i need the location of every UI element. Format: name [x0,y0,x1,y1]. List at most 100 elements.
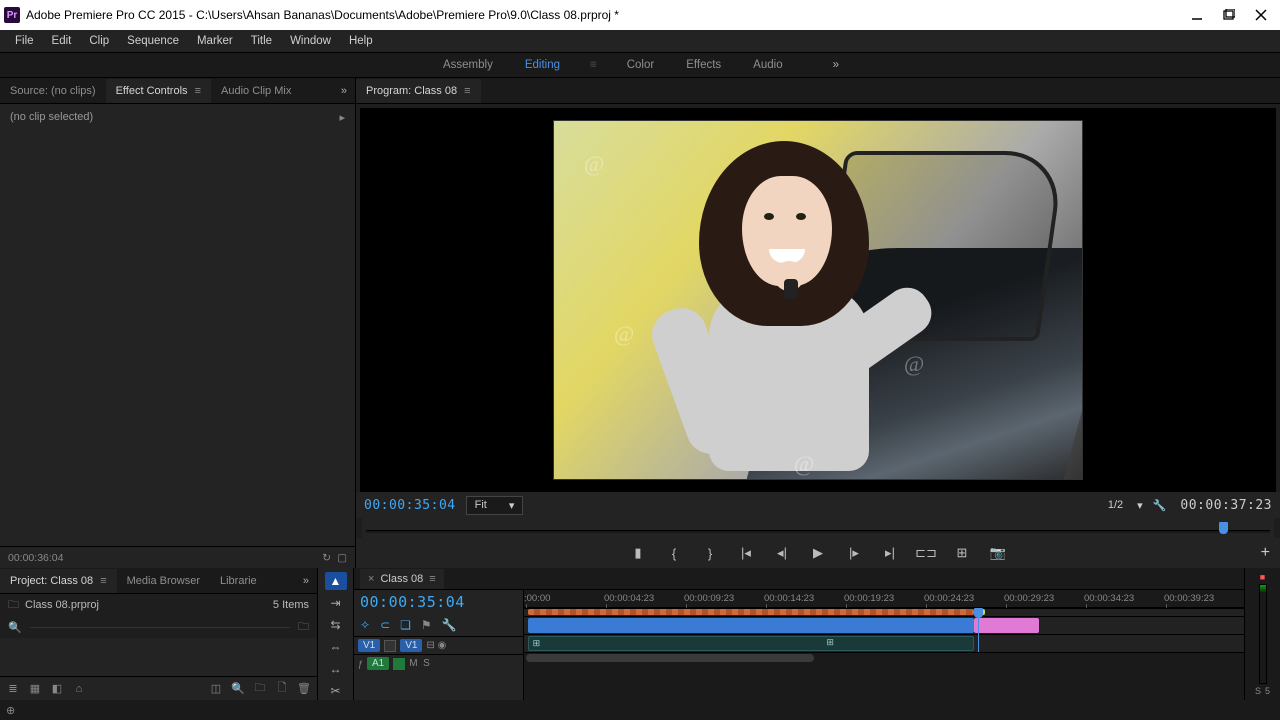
ruler-tick: 00:00:09:23 [684,593,734,604]
rolling-edit-tool-icon[interactable]: ⇔ [325,638,347,656]
tab-overflow-icon[interactable]: » [303,575,317,587]
ruler-tick: 00:00:34:23 [1084,593,1134,604]
audio-clip[interactable]: ⊞ [528,636,974,651]
loop-icon[interactable]: ↻ [322,552,331,564]
go-to-in-icon[interactable]: |◂ [738,545,754,561]
status-icon[interactable]: ⊕ [6,704,15,717]
program-in-timecode[interactable]: 00:00:35:04 [364,498,456,513]
rate-stretch-tool-icon[interactable]: ↔ [325,660,347,678]
timeline-timecode[interactable]: 00:00:35:04 [360,593,465,611]
step-back-icon[interactable]: ◂| [774,545,790,561]
step-forward-icon[interactable]: |▸ [846,545,862,561]
list-view-icon[interactable]: ≣ [6,682,20,696]
sort-icon[interactable]: ⌂ [72,682,86,696]
timeline-tab[interactable]: × Class 08 ≡ [360,569,444,589]
mark-out-button[interactable]: } [702,545,718,561]
freeform-view-icon[interactable]: ◧ [50,682,64,696]
menu-file[interactable]: File [6,32,43,50]
razor-tool-icon[interactable]: ✂ [325,682,347,700]
settings-icon[interactable]: 🔧 [1153,499,1167,512]
video-clip[interactable] [528,618,974,633]
tab-audio-clip-mix[interactable]: Audio Clip Mix [211,79,301,103]
transport-controls: ▮ { } |◂ ◂| ▶ |▸ ▸| ⊏⊐ ⊞ 📷 + [356,538,1280,568]
menu-marker[interactable]: Marker [188,32,242,50]
export-frame-icon[interactable]: 📷 [990,545,1006,561]
workspace-overflow-icon[interactable]: » [813,59,839,71]
track-select-tool-icon[interactable]: ⇥ [325,594,347,612]
selection-tool-icon[interactable]: ▲ [325,572,347,590]
close-button[interactable] [1254,8,1268,22]
track-toggle-icon[interactable] [393,658,405,670]
maximize-button[interactable] [1222,8,1236,22]
search-icon[interactable]: 🔍 [8,621,22,634]
icon-view-icon[interactable]: ▦ [28,682,42,696]
extract-icon[interactable]: ⊞ [954,545,970,561]
workspace-editing[interactable]: Editing [523,55,562,75]
clear-icon[interactable]: 🗑 [297,682,311,696]
timeline-scrollbar[interactable] [524,652,1244,662]
track-lane-v1[interactable] [524,616,1244,634]
panel-menu-icon[interactable]: ≡ [100,575,106,587]
workspace-bar: Assembly Editing ≡ Color Effects Audio » [0,52,1280,78]
folder-icon[interactable]: 🗀 [298,618,309,637]
menu-sequence[interactable]: Sequence [118,32,188,50]
new-bin-icon[interactable]: 🗀 [253,682,267,696]
program-tab[interactable]: Program: Class 08 ≡ [356,79,481,103]
add-button-icon[interactable]: + [1261,544,1270,562]
mark-in-icon[interactable]: ▮ [630,545,646,561]
automate-icon[interactable]: ◫ [209,682,223,696]
menu-title[interactable]: Title [242,32,281,50]
playhead-icon[interactable] [1219,522,1228,534]
mark-in-button[interactable]: { [666,545,682,561]
timeline-ruler[interactable]: :00:0000:00:04:2300:00:09:2300:00:14:230… [524,590,1244,608]
program-monitor[interactable]: @ @ @ @ [360,108,1276,492]
track-lane-a1[interactable]: ⊞ ⊞ [524,634,1244,652]
menu-clip[interactable]: Clip [80,32,118,50]
lift-icon[interactable]: ⊏⊐ [918,545,934,561]
workspace-audio[interactable]: Audio [751,55,784,75]
panel-menu-icon[interactable]: ≡ [429,573,435,585]
workspace-menu-icon[interactable]: ≡ [590,59,597,71]
tab-project-class-08[interactable]: Project: Class 08 ≡ [0,569,117,593]
close-tab-icon[interactable]: × [368,573,374,585]
menu-help[interactable]: Help [340,32,382,50]
timeline-playhead[interactable] [978,608,979,652]
snap-icon[interactable]: ✧ [360,618,370,632]
track-header-a1[interactable]: ƒ A1 M S [354,654,523,672]
project-items-area[interactable] [0,638,317,676]
panel-menu-icon[interactable]: ≡ [195,85,201,97]
tab-overflow-icon[interactable]: » [341,85,355,97]
tab-media-browser[interactable]: Media Browser [117,569,210,593]
ripple-edit-tool-icon[interactable]: ⇆ [325,616,347,634]
menu-window[interactable]: Window [281,32,340,50]
linked-selection-icon[interactable]: ⊂ [380,618,390,632]
search-input[interactable] [30,627,290,628]
video-clip[interactable] [974,618,1039,633]
go-to-out-icon[interactable]: ▸| [882,545,898,561]
tab-source-no-clips-[interactable]: Source: (no clips) [0,79,106,103]
panel-menu-icon[interactable]: ≡ [464,85,470,97]
track-toggle-icon[interactable] [384,640,396,652]
menu-edit[interactable]: Edit [43,32,81,50]
resolution-dropdown[interactable]: 1/2▾ [1108,499,1143,512]
source-timecode: 00:00:36:04 [8,552,63,564]
zoom-fit-dropdown[interactable]: Fit▾ [466,496,524,515]
workspace-color[interactable]: Color [625,55,656,75]
program-scrub-bar[interactable] [362,518,1274,538]
track-header-v1[interactable]: V1 V1 ⊟ ◉ [354,636,523,654]
minimize-button[interactable] [1190,8,1204,22]
tab-librarie[interactable]: Librarie [210,569,267,593]
workspace-effects[interactable]: Effects [684,55,723,75]
timeline-settings-icon[interactable]: ⚑ [421,618,432,632]
wrench-icon[interactable]: 🔧 [442,618,457,632]
new-item-icon[interactable]: 🗋 [275,682,289,696]
play-button[interactable]: ▶ [810,545,826,561]
tab-effect-controls[interactable]: Effect Controls ≡ [106,79,211,103]
workspace-assembly[interactable]: Assembly [441,55,495,75]
add-marker-icon[interactable]: ❏ [400,618,411,632]
track-lane-v2[interactable] [524,608,1244,616]
export-frame-icon[interactable]: ▢ [337,552,347,564]
find-icon[interactable]: 🔍 [231,682,245,696]
status-bar: ⊕ [0,700,1280,720]
chevron-right-icon[interactable]: ▸ [339,111,345,124]
